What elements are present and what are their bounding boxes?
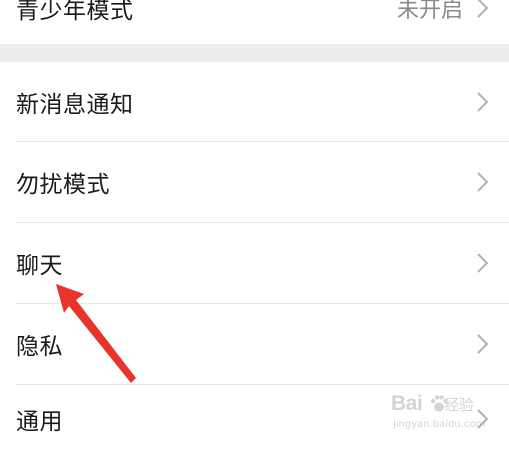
settings-item-privacy[interactable]: 隐私 [0, 304, 509, 384]
settings-item-label: 隐私 [16, 334, 63, 360]
settings-item-notifications[interactable]: 新消息通知 [0, 62, 509, 142]
youth-mode-status: 未开启 [396, 0, 463, 23]
chevron-right-icon [477, 334, 489, 354]
section-gap [0, 44, 509, 62]
settings-item-youth-mode[interactable]: 青少年模式 未开启 [0, 0, 509, 44]
watermark-url: jingyan.baidu.com [393, 419, 486, 430]
baidu-watermark: Bai 经验 jingyan.baidu.com [391, 392, 491, 438]
chevron-right-icon [477, 92, 489, 112]
settings-screen: 青少年模式 未开启 新消息通知 勿扰模式 聊天 隐私 通用 Bai 经验 jin… [0, 0, 509, 452]
settings-item-do-not-disturb[interactable]: 勿扰模式 [0, 142, 509, 222]
settings-item-label: 通用 [16, 408, 63, 435]
chevron-right-icon [477, 172, 489, 192]
settings-item-chat[interactable]: 聊天 [0, 223, 509, 303]
chevron-right-icon [477, 253, 489, 273]
paw-logo-icon [430, 395, 448, 412]
settings-item-label: 勿扰模式 [16, 172, 110, 198]
settings-item-label: 聊天 [16, 253, 63, 279]
chevron-right-icon [477, 0, 489, 18]
settings-item-label: 新消息通知 [16, 92, 134, 118]
settings-item-label: 青少年模式 [16, 0, 134, 24]
